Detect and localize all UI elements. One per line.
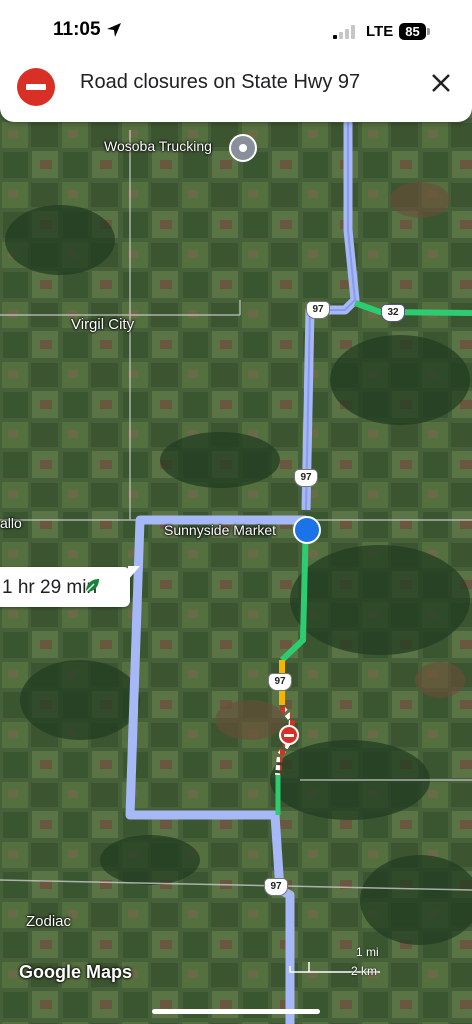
close-icon[interactable]	[428, 70, 454, 96]
eco-leaf-icon	[85, 579, 99, 593]
place-label-sunnyside[interactable]: Sunnyside Market	[164, 522, 276, 538]
route-shield: 97	[264, 878, 288, 896]
shopping-cart-pin-icon[interactable]	[293, 516, 321, 544]
route-shield: 97	[268, 673, 292, 691]
place-pin-icon[interactable]	[229, 134, 257, 162]
status-bar: 11:05 LTE 85	[0, 0, 472, 62]
eta-callout-tail	[128, 566, 140, 580]
banner-text: Road closures on State Hwy 97	[80, 71, 361, 93]
route-shield: 97	[306, 301, 330, 319]
route-shield: 97	[294, 469, 318, 487]
route-shield: 32	[381, 304, 405, 322]
status-time: 11:05	[53, 19, 101, 40]
home-indicator[interactable]	[152, 1009, 320, 1014]
place-label-zodiac: Zodiac	[26, 913, 72, 930]
road-closed-icon	[17, 68, 55, 106]
eta-callout[interactable]: 1 hr 29 min	[0, 567, 130, 607]
battery-icon	[427, 28, 430, 35]
place-label-allo: allo	[0, 515, 22, 531]
road-closure-banner[interactable]: Road closures on State Hwy 97	[0, 52, 472, 122]
google-maps-logo: Google Maps	[19, 962, 133, 982]
battery-level: 85	[399, 23, 426, 40]
place-label-wosoba[interactable]: Wosoba Trucking	[104, 138, 212, 154]
road-closure-icon[interactable]	[279, 725, 299, 745]
network-type: LTE	[366, 23, 394, 40]
scale-miles: 1 mi	[356, 945, 379, 959]
scale-km: 2 km	[351, 964, 378, 978]
cellular-signal-icon	[333, 25, 357, 39]
location-arrow-icon	[107, 23, 121, 37]
place-label-virgil: Virgil City	[71, 316, 135, 333]
